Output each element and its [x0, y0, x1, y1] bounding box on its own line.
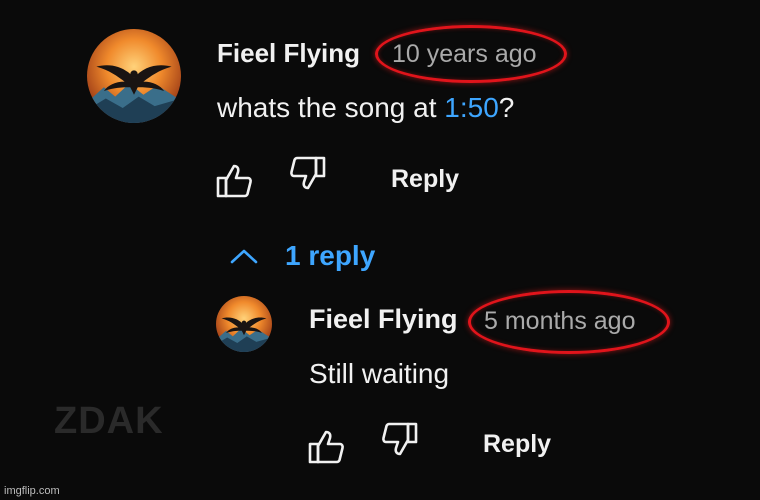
like-button[interactable] [212, 158, 256, 202]
eagle-avatar-icon [216, 296, 272, 352]
timestamp-link[interactable]: 1:50 [444, 92, 499, 123]
comment-text: whats the song at 1:50? [217, 92, 514, 124]
reply-text: Still waiting [309, 358, 450, 389]
replies-count: 1 reply [285, 240, 376, 271]
like-button[interactable] [304, 424, 348, 468]
reply-button[interactable]: Reply [483, 430, 551, 459]
highlight-circle [468, 290, 670, 354]
highlight-circle [375, 25, 567, 83]
comment-author[interactable]: Fieel Flying [217, 38, 360, 69]
comment-text-part: whats the song at [217, 92, 445, 123]
comment-text-part: ? [498, 92, 515, 123]
thumbs-up-icon [216, 164, 252, 198]
replies-toggle[interactable]: 1 reply [229, 240, 375, 272]
comment-thread: Fieel Flying 10 years ago whats the song… [0, 0, 760, 500]
reply-button[interactable]: Reply [391, 165, 459, 194]
reply-author[interactable]: Fieel Flying [309, 304, 458, 335]
thumbs-up-icon [308, 430, 344, 464]
dislike-button[interactable] [378, 418, 422, 462]
thumbs-down-icon [290, 156, 326, 190]
avatar[interactable] [87, 29, 181, 123]
site-watermark: imgflip.com [4, 485, 60, 497]
thumbs-down-icon [382, 422, 418, 456]
reply-avatar[interactable] [216, 296, 272, 352]
watermark: ZDAK [54, 400, 164, 442]
chevron-up-icon [230, 249, 258, 264]
dislike-button[interactable] [286, 152, 330, 196]
eagle-avatar-icon [87, 29, 181, 123]
